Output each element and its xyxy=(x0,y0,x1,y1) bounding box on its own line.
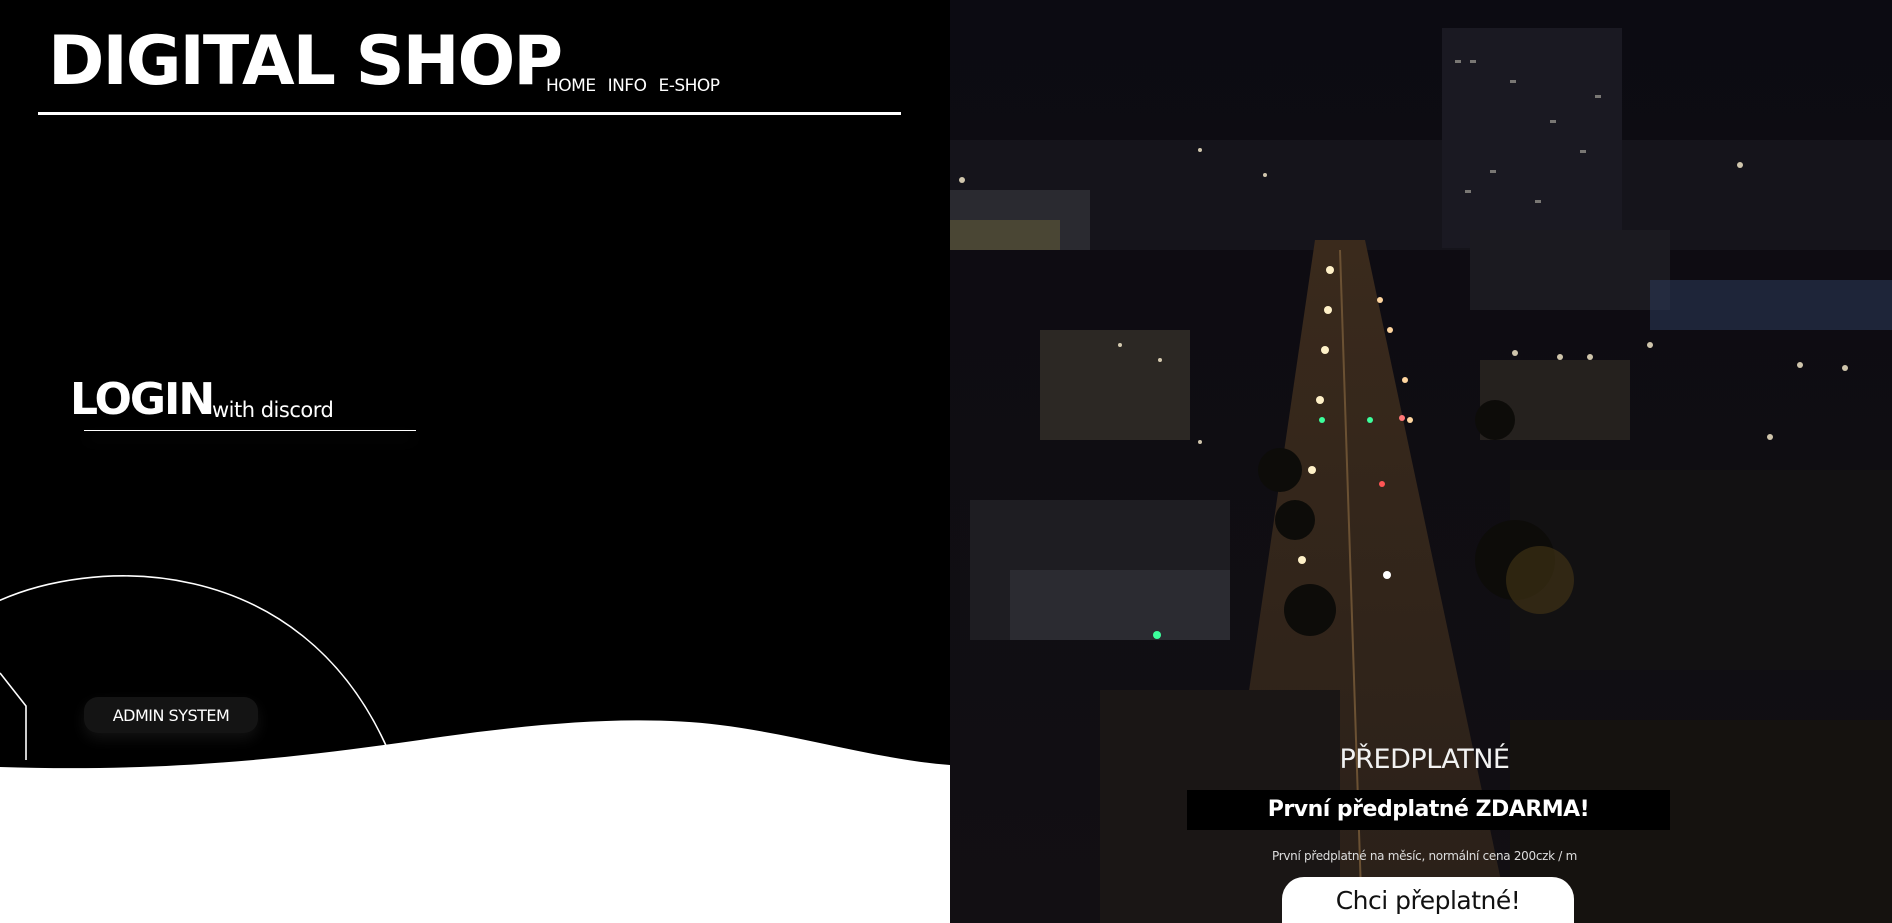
subscribe-button[interactable]: Chci přeplatné! xyxy=(1282,877,1574,923)
header-divider xyxy=(38,112,901,115)
login-title[interactable]: LOGIN xyxy=(70,378,215,422)
login-subtitle[interactable]: with discord xyxy=(212,398,334,422)
page: DIGITAL SHOP HOME INFO E-SHOP LOGIN with… xyxy=(0,0,1892,923)
nav-info-link[interactable]: INFO xyxy=(608,76,647,96)
brand-logo[interactable]: DIGITAL SHOP xyxy=(48,28,563,96)
login-block[interactable]: LOGIN with discord xyxy=(70,378,430,448)
hero-background-image: PŘEDPLATNÉ První předplatné ZDARMA! Prvn… xyxy=(950,0,1892,923)
night-city-image xyxy=(950,0,1892,923)
left-panel: DIGITAL SHOP HOME INFO E-SHOP LOGIN with… xyxy=(0,0,950,923)
nav-home-link[interactable]: HOME xyxy=(546,76,596,96)
subscription-title: PŘEDPLATNÉ xyxy=(1339,744,1510,775)
bottom-wave xyxy=(0,720,950,923)
login-underline xyxy=(84,430,416,431)
site-header: DIGITAL SHOP HOME INFO E-SHOP xyxy=(38,20,901,116)
promo-banner: První předplatné ZDARMA! xyxy=(1187,790,1670,830)
promo-description: První předplatné na měsíc, normální cena… xyxy=(1272,849,1577,863)
main-nav: HOME INFO E-SHOP xyxy=(546,76,720,96)
nav-eshop-link[interactable]: E-SHOP xyxy=(658,76,720,96)
